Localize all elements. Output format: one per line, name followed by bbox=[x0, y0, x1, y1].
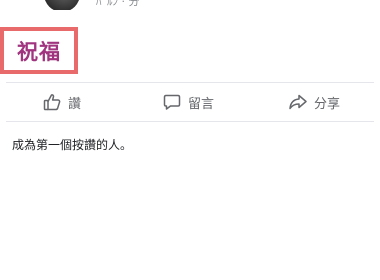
comment-label: 留言 bbox=[188, 96, 215, 112]
speech-bubble-icon bbox=[162, 92, 182, 112]
post-header: ﾊﾞﾙﾝ · 分 bbox=[0, 0, 380, 10]
divider-bottom bbox=[6, 121, 374, 122]
author-name[interactable]: ﾊﾞﾙﾝ · 分 bbox=[96, 0, 140, 9]
like-button[interactable]: 讚 bbox=[42, 83, 81, 121]
post-text: 祝福 bbox=[17, 39, 61, 64]
comment-button[interactable]: 留言 bbox=[162, 83, 214, 121]
action-bar: 讚 留言 分享 bbox=[6, 83, 374, 121]
post-text-highlight: 祝福 bbox=[0, 27, 78, 74]
share-button[interactable]: 分享 bbox=[288, 83, 340, 121]
share-arrow-icon bbox=[288, 92, 308, 112]
author-avatar[interactable] bbox=[44, 0, 80, 10]
like-label: 讚 bbox=[68, 96, 82, 112]
thumbs-up-icon bbox=[42, 92, 62, 112]
share-label: 分享 bbox=[314, 96, 341, 112]
post-card: ﾊﾞﾙﾝ · 分 祝福 讚 留言 分享 成為第一個按讚的人。 bbox=[0, 0, 380, 280]
reaction-summary[interactable]: 成為第一個按讚的人。 bbox=[12, 136, 132, 153]
